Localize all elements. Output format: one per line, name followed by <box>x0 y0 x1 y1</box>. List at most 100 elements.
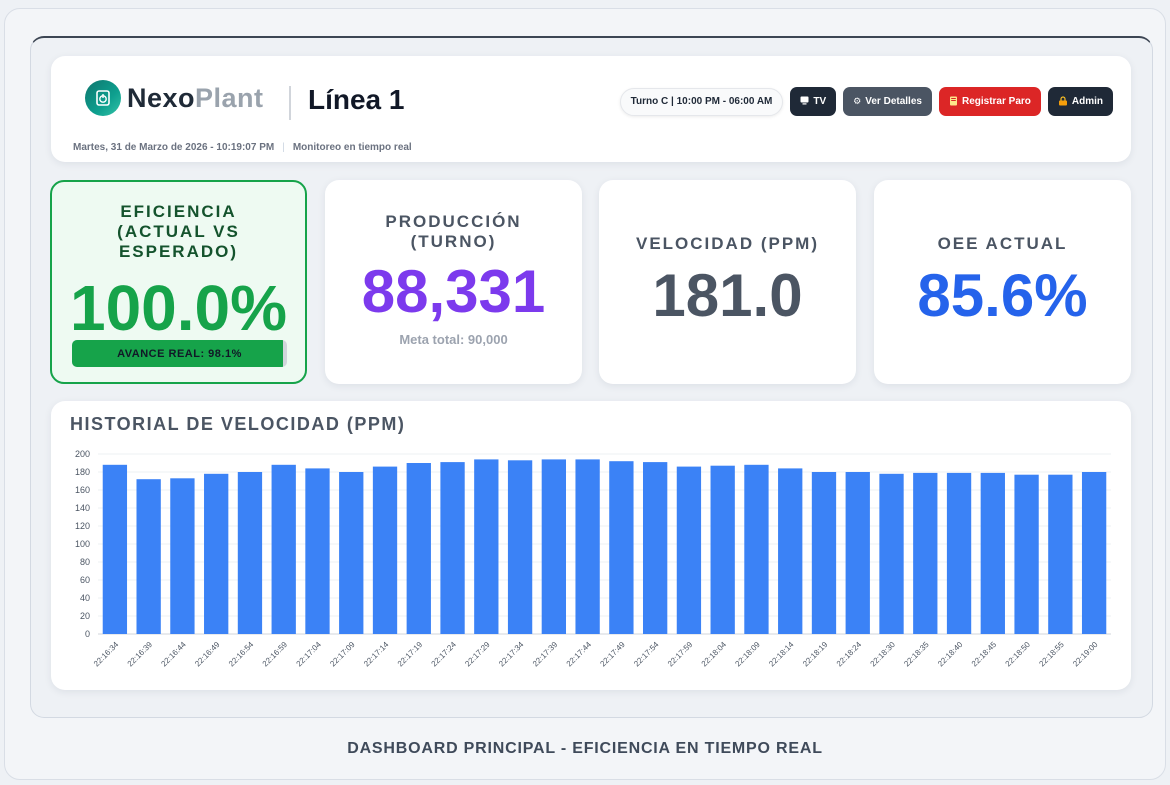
chart-bar <box>1014 474 1039 634</box>
x-tick-label: 22:18:55 <box>1037 640 1066 669</box>
header-subline: Martes, 31 de Marzo de 2026 - 10:19:07 P… <box>73 142 412 153</box>
chart-bar <box>1048 474 1073 634</box>
x-tick-label: 22:18:30 <box>869 640 898 669</box>
x-tick-label: 22:17:59 <box>666 640 695 669</box>
production-value: 88,331 <box>361 258 546 325</box>
chart-bar <box>575 459 600 634</box>
chart-bar <box>980 472 1005 634</box>
chart-bar <box>642 462 668 634</box>
speed-history-card: HISTORIAL DE VELOCIDAD (PPM) 0 20 40 60 80 10… <box>51 401 1131 690</box>
subline-separator: | <box>282 142 285 153</box>
x-tick-label: 22:17:19 <box>396 640 425 669</box>
power-plug-icon <box>85 80 121 116</box>
x-tick-label: 22:17:39 <box>531 640 560 669</box>
x-tick-label: 22:17:44 <box>565 640 594 669</box>
y-tick-label: 180 <box>75 467 90 477</box>
logo: NexoPlant <box>85 80 264 116</box>
y-tick-label: 100 <box>75 539 90 549</box>
chart-bar <box>845 472 870 634</box>
chart-bar <box>778 468 803 634</box>
efficiency-progress-label: AVANCE REAL: 98.1% <box>117 347 242 360</box>
y-tick-label: 120 <box>75 521 90 531</box>
brand-name: NexoPlant <box>127 83 264 114</box>
details-button[interactable]: ⚙ Ver Detalles <box>843 87 932 116</box>
lock-icon <box>1058 95 1068 108</box>
x-tick-label: 22:18:24 <box>835 640 864 669</box>
header-card: NexoPlant Línea 1 Martes, 31 de Marzo de… <box>51 56 1131 162</box>
shift-badge: Turno C | 10:00 PM - 06:00 AM <box>619 87 784 116</box>
brand-name-plant: Plant <box>195 82 264 113</box>
chart-bar <box>136 479 161 634</box>
admin-button-label: Admin <box>1071 96 1103 107</box>
x-tick-label: 22:18:14 <box>767 640 796 669</box>
x-tick-label: 22:16:44 <box>159 640 188 669</box>
x-tick-label: 22:17:04 <box>295 640 324 669</box>
chart-bar <box>440 462 465 634</box>
x-tick-label: 22:16:34 <box>92 640 121 669</box>
chart-bar <box>609 461 634 634</box>
y-tick-label: 140 <box>75 503 90 513</box>
y-tick-label: 80 <box>80 557 90 567</box>
chart-bar <box>710 465 735 634</box>
speed-history-chart: 02040608010012014016018020022:16:34 22:16… <box>75 449 1111 669</box>
x-tick-label: 22:16:49 <box>193 640 222 669</box>
y-tick-label: 60 <box>80 575 90 585</box>
brand-name-nexo: Nexo <box>127 82 196 113</box>
x-tick-label: 22:16:54 <box>227 640 256 669</box>
production-title: PRODUCCIÓN (TURNO) <box>385 212 522 251</box>
x-tick-label: 22:18:45 <box>970 640 999 669</box>
speed-title: VELOCIDAD (PPM) <box>636 234 819 253</box>
x-tick-label: 22:18:19 <box>801 640 830 669</box>
monitoring-status: Monitoreo en tiempo real <box>292 142 412 153</box>
x-tick-label: 22:16:39 <box>126 640 155 669</box>
oee-value: 85.6% <box>917 262 1088 329</box>
y-tick-label: 40 <box>80 593 90 603</box>
production-card: PRODUCCIÓN (TURNO) 88,331 Meta total: 90,… <box>325 180 582 384</box>
x-tick-label: 22:18:50 <box>1004 640 1033 669</box>
chart-bar <box>406 463 431 634</box>
header-divider <box>289 86 291 120</box>
chart-bar <box>372 466 398 634</box>
x-tick-label: 22:18:04 <box>700 640 729 669</box>
chart-bar <box>170 478 195 634</box>
chart-bar <box>913 472 938 634</box>
x-tick-label: 22:16:59 <box>261 640 290 669</box>
x-tick-label: 22:18:40 <box>936 640 965 669</box>
chart-bar <box>744 464 769 634</box>
efficiency-card: EFICIENCIA (ACTUAL VS ESPERADO) 100.0% AVA… <box>50 180 307 384</box>
admin-button[interactable]: Admin <box>1047 87 1113 116</box>
efficiency-value: 100.0% <box>69 272 288 344</box>
details-button-label: Ver Detalles <box>865 96 922 107</box>
speed-card: VELOCIDAD (PPM) 181.0 <box>599 180 856 384</box>
page-title: Línea 1 <box>308 84 405 115</box>
header-toolbar: Turno C | 10:00 PM - 06:00 AM TV ⚙ Ver D… <box>619 87 1113 116</box>
oee-title: OEE ACTUAL <box>937 234 1068 253</box>
x-tick-label: 22:17:49 <box>598 640 627 669</box>
chart-bar <box>676 466 702 634</box>
production-meta: Meta total: 90,000 <box>399 332 508 347</box>
chart-bar <box>102 464 128 634</box>
x-tick-label: 22:17:29 <box>463 640 492 669</box>
x-tick-label: 22:17:24 <box>430 640 459 669</box>
efficiency-title: EFICIENCIA (ACTUAL VS ESPERADO) <box>117 202 240 261</box>
chart-bar <box>305 468 330 634</box>
register-stop-button-label: Registrar Paro <box>961 96 1031 107</box>
chart-bar <box>1081 472 1107 634</box>
chart-bar <box>271 464 296 634</box>
register-stop-button[interactable]: Registrar Paro <box>938 87 1041 116</box>
chart-bar <box>474 459 499 634</box>
tv-button[interactable]: TV <box>790 87 837 116</box>
gear-icon: ⚙ <box>853 96 862 106</box>
chart-bar <box>204 473 229 634</box>
chart-bar <box>946 472 972 634</box>
speed-value: 181.0 <box>652 262 803 329</box>
x-tick-label: 22:17:14 <box>362 640 391 669</box>
x-tick-label: 22:19:00 <box>1071 640 1100 669</box>
x-tick-label: 22:17:54 <box>632 640 661 669</box>
y-tick-label: 160 <box>75 485 90 495</box>
x-tick-label: 22:18:35 <box>902 640 931 669</box>
y-tick-label: 200 <box>75 449 90 459</box>
x-tick-label: 22:18:09 <box>733 640 762 669</box>
y-tick-label: 20 <box>80 611 90 621</box>
efficiency-progress-bar: AVANCE REAL: 98.1% <box>72 340 287 367</box>
